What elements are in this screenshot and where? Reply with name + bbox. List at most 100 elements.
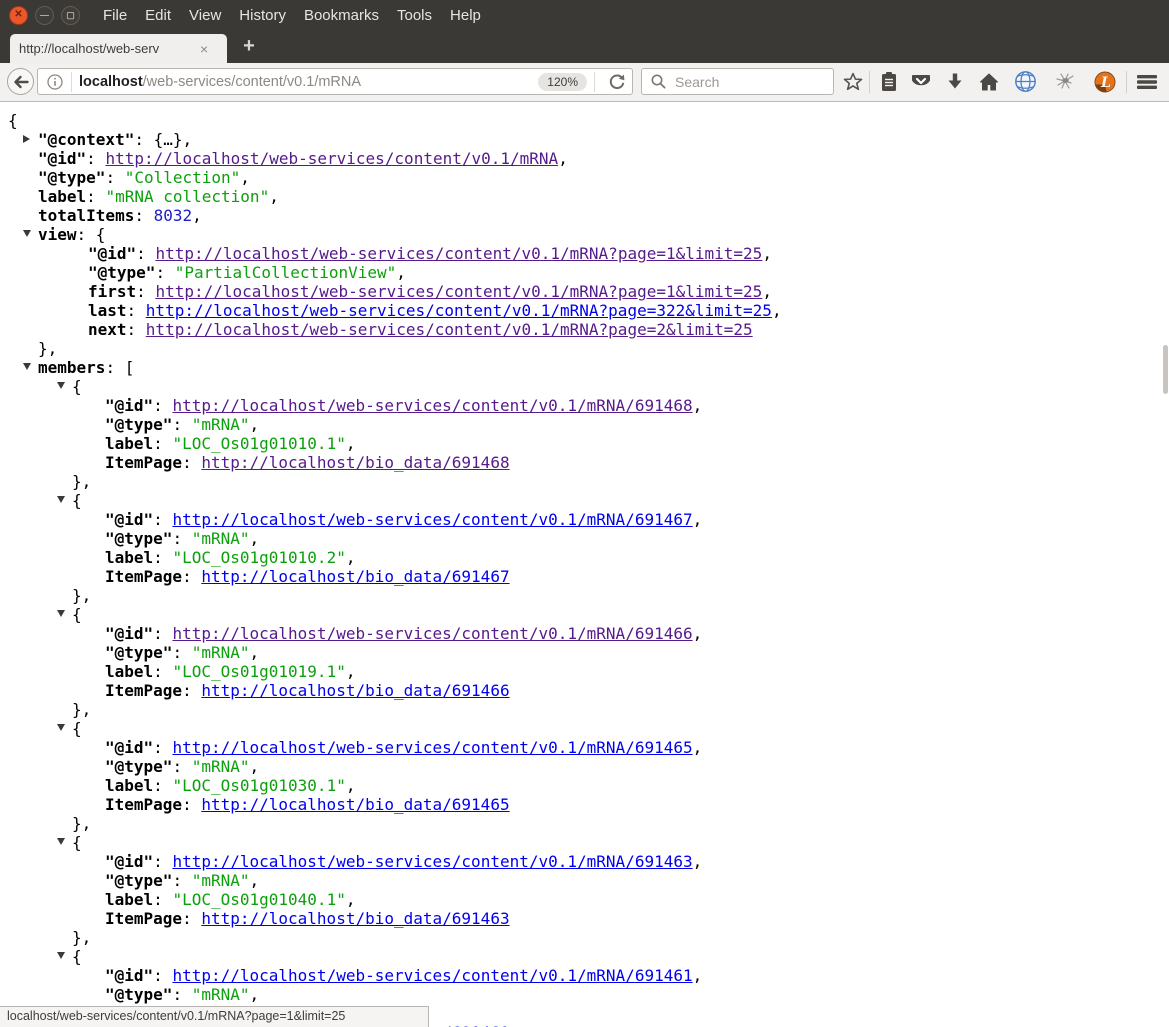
back-button[interactable] — [7, 68, 34, 95]
json-key: label — [105, 548, 153, 567]
back-icon — [11, 73, 31, 91]
json-line: "@id": http://localhost/web-services/con… — [0, 244, 1169, 263]
json-punct: : — [182, 453, 201, 472]
json-punct: , — [693, 510, 703, 529]
json-line: "@context": {…}, — [0, 130, 1169, 149]
page-info-icon[interactable] — [46, 73, 64, 91]
json-punct: : { — [77, 225, 106, 244]
json-link[interactable]: http://localhost/web-services/content/v0… — [172, 966, 692, 985]
json-line: "@type": "Collection", — [0, 168, 1169, 187]
collapse-toggle-icon[interactable] — [57, 382, 65, 389]
json-link[interactable]: http://localhost/web-services/content/v0… — [146, 320, 753, 339]
scrollbar-thumb[interactable] — [1163, 345, 1168, 394]
json-punct: { — [72, 491, 82, 510]
json-punct: , — [693, 624, 703, 643]
zoom-level-badge[interactable]: 120% — [538, 73, 587, 91]
clipboard-button[interactable] — [876, 68, 902, 95]
json-punct: : — [172, 643, 191, 662]
menu-item-help[interactable]: Help — [450, 7, 481, 24]
bookmark-star-button[interactable] — [840, 68, 866, 95]
url-bar[interactable]: localhost/web-services/content/v0.1/mRNA… — [37, 68, 633, 95]
tab-close-icon[interactable]: × — [200, 41, 208, 57]
json-link[interactable]: http://localhost/web-services/content/v0… — [172, 396, 692, 415]
json-line: }, — [0, 700, 1169, 719]
json-line: "@id": http://localhost/web-services/con… — [0, 852, 1169, 871]
json-punct: , — [693, 738, 703, 757]
json-link[interactable]: http://localhost/bio_data/691466 — [201, 681, 509, 700]
globe-button[interactable] — [1012, 68, 1038, 95]
new-tab-button[interactable]: + — [237, 33, 261, 59]
reload-button[interactable] — [608, 73, 626, 91]
extension-spider-button[interactable] — [1052, 68, 1078, 95]
menu-item-bookmarks[interactable]: Bookmarks — [304, 7, 379, 24]
search-bar[interactable] — [641, 68, 834, 95]
menu-item-edit[interactable]: Edit — [145, 7, 171, 24]
pocket-button[interactable] — [908, 68, 934, 95]
json-link[interactable]: http://localhost/bio_data/691463 — [201, 909, 509, 928]
json-key: "@type" — [105, 985, 172, 1004]
json-link[interactable]: http://localhost/bio_data/691468 — [201, 453, 509, 472]
menu-item-history[interactable]: History — [239, 7, 286, 24]
json-link[interactable]: http://localhost/web-services/content/v0… — [172, 852, 692, 871]
menu-item-view[interactable]: View — [189, 7, 221, 24]
json-line: "@id": http://localhost/web-services/con… — [0, 510, 1169, 529]
minimize-button[interactable]: — — [35, 6, 54, 25]
download-button[interactable] — [942, 68, 968, 95]
status-bar-link-tooltip: localhost/web-services/content/v0.1/mRNA… — [0, 1006, 429, 1027]
json-link[interactable]: http://localhost/web-services/content/v0… — [146, 301, 772, 320]
json-line: ItemPage: http://localhost/bio_data/6914… — [0, 795, 1169, 814]
json-link[interactable]: http://localhost/web-services/content/v0… — [155, 282, 762, 301]
json-line: { — [0, 947, 1169, 966]
window-titlebar: ✕ — ▢ File Edit View History Bookmarks Tools H… — [0, 0, 1169, 30]
url-text[interactable]: localhost/web-services/content/v0.1/mRNA — [79, 74, 532, 90]
json-string: "mRNA" — [192, 415, 250, 434]
search-input[interactable] — [673, 73, 827, 91]
collapse-toggle-icon[interactable] — [57, 610, 65, 617]
collapse-toggle-icon[interactable] — [57, 838, 65, 845]
collapse-toggle-icon[interactable] — [57, 952, 65, 959]
download-icon — [944, 71, 966, 93]
menu-item-tools[interactable]: Tools — [397, 7, 432, 24]
json-link[interactable]: http://localhost/web-services/content/v0… — [155, 244, 762, 263]
json-key: ItemPage — [105, 795, 182, 814]
collapse-toggle-icon[interactable] — [57, 724, 65, 731]
json-string: "mRNA" — [192, 757, 250, 776]
json-link[interactable]: http://localhost/bio_data/691467 — [201, 567, 509, 586]
json-punct: : — [182, 567, 201, 586]
json-number: 8032 — [154, 206, 193, 225]
json-punct: : — [136, 244, 155, 263]
json-link[interactable]: http://localhost/web-services/content/v0… — [172, 624, 692, 643]
json-punct: }, — [72, 928, 91, 947]
extension-l-button[interactable]: L — [1092, 68, 1118, 95]
json-line: ItemPage: http://localhost/bio_data/6914… — [0, 453, 1169, 472]
collapse-toggle-icon[interactable] — [23, 230, 31, 237]
home-button[interactable] — [976, 68, 1002, 95]
json-link[interactable]: http://localhost/web-services/content/v0… — [172, 510, 692, 529]
json-link[interactable]: http://localhost/web-services/content/v0… — [172, 738, 692, 757]
expand-toggle-icon[interactable] — [23, 135, 30, 143]
json-string: "mRNA" — [192, 871, 250, 890]
collapse-toggle-icon[interactable] — [57, 496, 65, 503]
menu-button[interactable] — [1134, 68, 1160, 95]
json-link[interactable]: http://localhost/bio_data/691465 — [201, 795, 509, 814]
json-line: ItemPage: http://localhost/bio_data/6914… — [0, 681, 1169, 700]
json-link[interactable]: http://localhost/web-services/content/v0… — [105, 149, 558, 168]
json-punct: , — [240, 168, 250, 187]
json-punct: { — [72, 947, 82, 966]
menu-item-file[interactable]: File — [103, 7, 127, 24]
json-line: "@type": "PartialCollectionView", — [0, 263, 1169, 282]
tab-title: http://localhost/web-serv — [19, 41, 197, 56]
json-punct: , — [192, 206, 202, 225]
json-line: next: http://localhost/web-services/cont… — [0, 320, 1169, 339]
json-punct: , — [396, 263, 406, 282]
json-line: "@type": "mRNA", — [0, 871, 1169, 890]
maximize-button[interactable]: ▢ — [61, 6, 80, 25]
tab-active[interactable]: http://localhost/web-serv × — [10, 34, 227, 63]
collapse-toggle-icon[interactable] — [23, 363, 31, 370]
json-punct: : — [127, 301, 146, 320]
json-line: label: "LOC_Os01g01040.1", — [0, 890, 1169, 909]
json-punct: { — [8, 111, 18, 130]
json-punct: , — [250, 643, 260, 662]
close-button[interactable]: ✕ — [9, 6, 28, 25]
browser-window: ✕ — ▢ File Edit View History Bookmarks Tools H… — [0, 0, 1169, 1027]
